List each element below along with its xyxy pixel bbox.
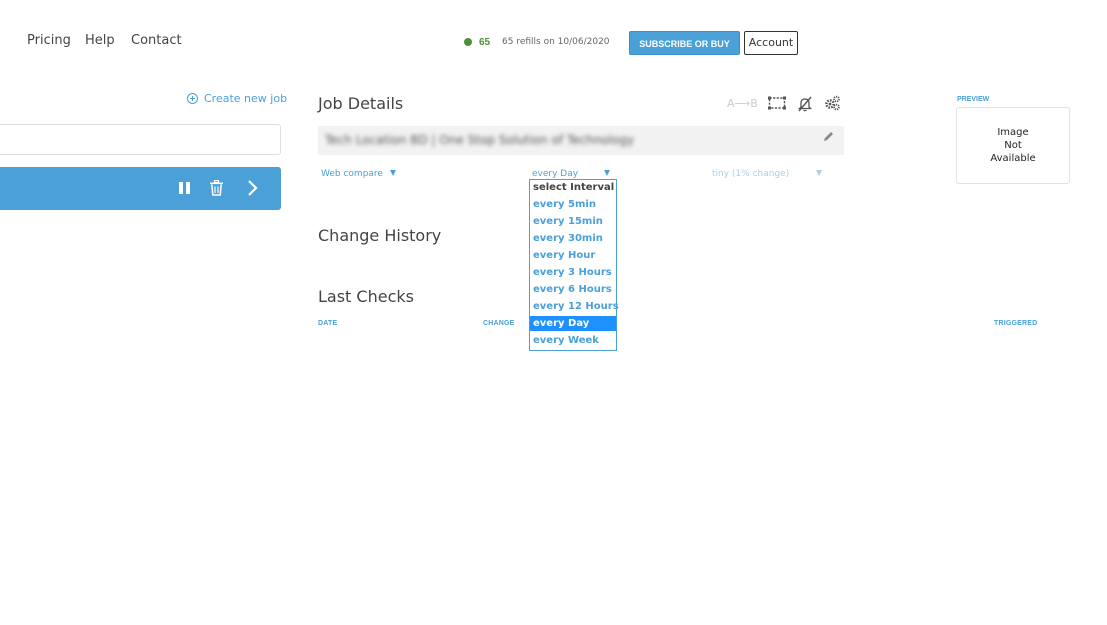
pause-icon[interactable] [179,182,191,194]
column-header-date: DATE [318,320,338,327]
refill-info: 65 refills on 10/06/2020 [502,37,610,47]
interval-option[interactable]: every 12 Hours [530,299,619,314]
chevron-right-icon[interactable] [245,179,259,197]
create-new-job-link[interactable]: Create new job [187,92,287,105]
credits-status-dot [464,38,472,46]
interval-select[interactable]: every Day [532,169,578,179]
nav-link-help[interactable]: Help [85,33,115,48]
change-history-title: Change History [318,226,442,245]
settings-gears-icon[interactable] [824,95,841,111]
interval-option[interactable]: every Hour [530,248,616,263]
interval-option-selected[interactable]: every Day [530,316,616,331]
preview-placeholder-text: Image Not Available [990,127,1036,164]
interval-dropdown[interactable]: select Interval every 5min every 15min e… [529,179,619,351]
column-header-change: CHANGE [483,320,515,327]
interval-option[interactable]: every Week [530,333,616,348]
compare-type-caret-icon[interactable] [390,170,396,176]
preview-thumbnail[interactable]: Image Not Available [956,107,1070,184]
interval-option[interactable]: select Interval [530,180,616,195]
compare-ab-icon[interactable]: A⟶B [727,97,758,110]
job-details-title: Job Details [318,94,404,113]
job-url-text: Tech Location BD | One Stop Solution of … [325,133,635,147]
interval-option[interactable]: every 15min [530,214,616,229]
edit-pencil-icon[interactable] [823,131,834,142]
interval-caret-icon[interactable] [604,170,610,176]
nav-link-pricing[interactable]: Pricing [27,33,71,48]
trash-icon[interactable] [209,180,224,196]
selected-job-row[interactable] [0,167,281,210]
create-new-job-label: Create new job [204,92,288,105]
compare-type-select[interactable]: Web compare [321,169,383,179]
threshold-caret-icon[interactable] [816,170,822,176]
account-button[interactable]: Account [744,31,798,55]
nav-link-contact[interactable]: Contact [131,33,182,48]
subscribe-button[interactable]: SUBSCRIBE OR BUY [629,31,740,55]
preview-label: PREVIEW [957,96,990,103]
interval-option[interactable]: every 5min [530,197,616,212]
column-header-triggered: TRIGGERED [994,320,1038,327]
selection-area-icon[interactable] [768,96,787,111]
interval-option[interactable]: every 3 Hours [530,265,616,280]
last-checks-title: Last Checks [318,287,414,306]
credits-count: 65 [479,37,491,48]
plus-circle-icon [187,93,198,104]
threshold-select[interactable]: tiny (1% change) [712,169,789,179]
job-search-input[interactable] [0,124,281,155]
interval-option[interactable]: every 30min [530,231,616,246]
notifications-off-icon[interactable] [797,96,813,112]
interval-option[interactable]: every 6 Hours [530,282,616,297]
